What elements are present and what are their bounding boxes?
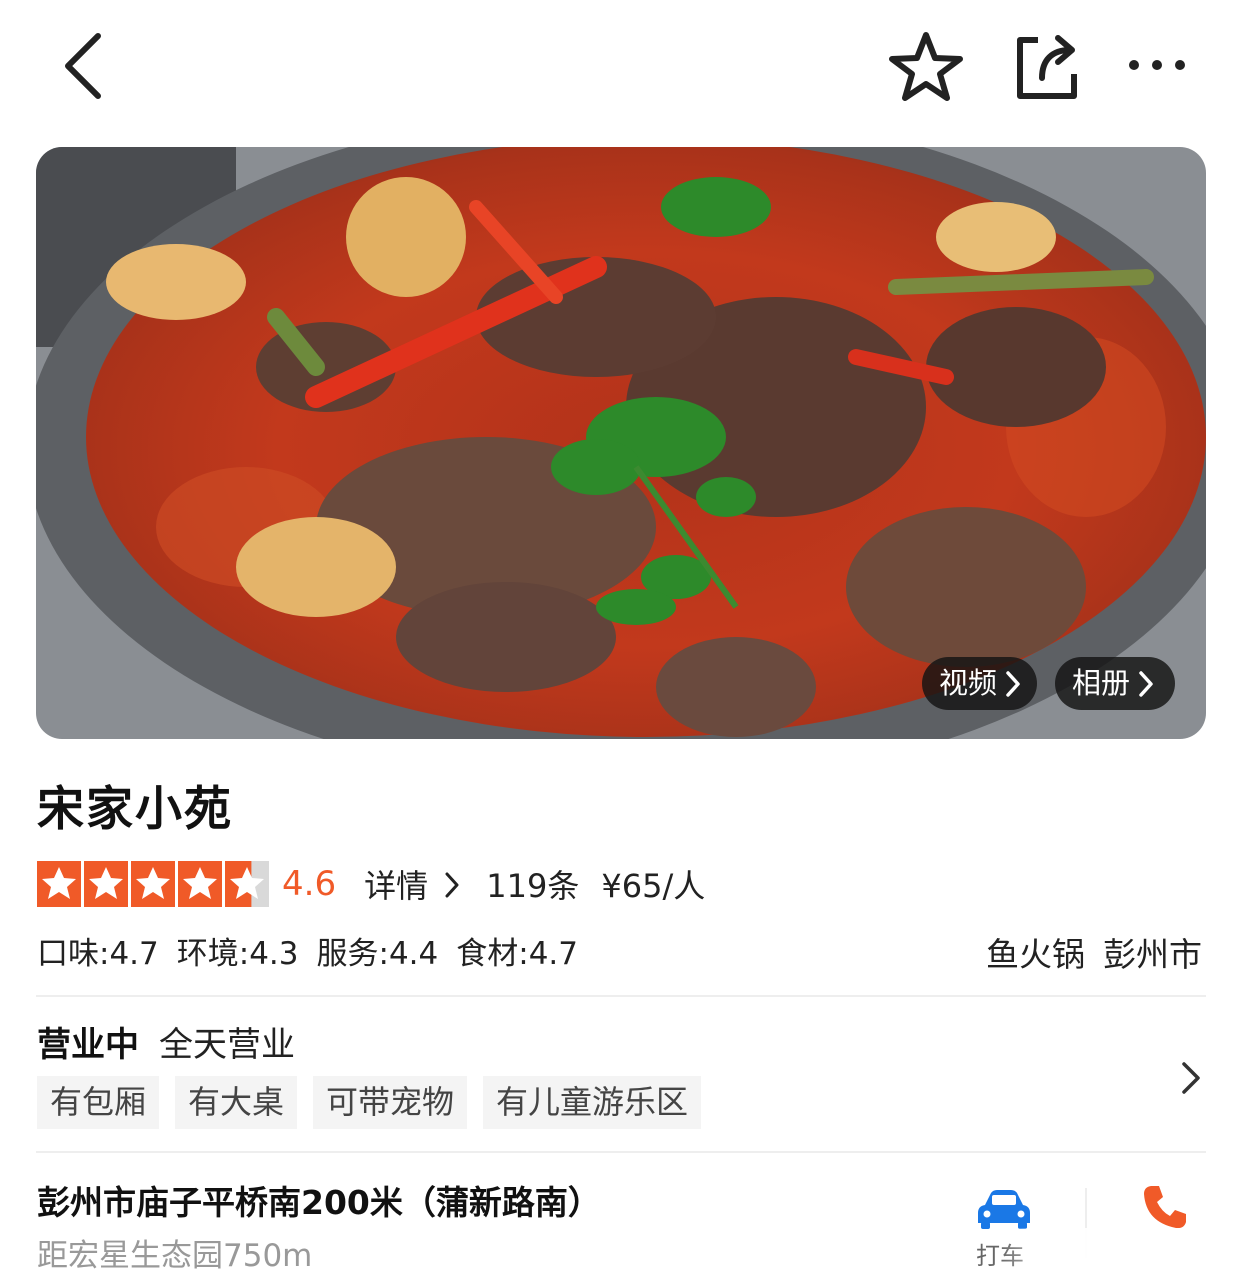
album-label: 相册	[1072, 666, 1131, 700]
more-dots-icon	[1129, 60, 1185, 70]
video-label: 视频	[939, 666, 998, 700]
star-1-icon	[37, 861, 81, 907]
price-per-person: ¥65/人	[601, 867, 706, 905]
distance: 距宏星生态园750m	[37, 1238, 313, 1274]
phone-icon[interactable]	[1140, 1182, 1190, 1232]
star-4-icon	[178, 861, 222, 907]
taxi-icon[interactable]	[975, 1187, 1033, 1231]
rating-score: 4.6	[282, 864, 337, 904]
subscores: 口味:4.7 环境:4.3 服务:4.4 食材:4.7	[37, 928, 596, 973]
facility-tags: 有包厢 有大桌 可带宠物 有儿童游乐区	[37, 1076, 717, 1129]
bottom-fade	[1000, 1228, 1242, 1281]
video-button[interactable]: 视频	[922, 657, 1037, 710]
details-label: 详情	[364, 867, 429, 905]
tag-kids-playground: 有儿童游乐区	[483, 1076, 702, 1129]
shop-photo[interactable]: 视频 相册	[36, 147, 1206, 739]
address[interactable]: 彭州市庙子平桥南200米（蒲新路南）	[37, 1176, 601, 1224]
business-info-chevron-icon[interactable]	[1178, 1060, 1204, 1096]
food-photo-image	[36, 147, 1206, 739]
back-button[interactable]	[58, 30, 108, 102]
shop-name: 宋家小苑	[37, 782, 233, 837]
top-navigation-bar	[0, 0, 1242, 130]
divider	[36, 1151, 1206, 1153]
area[interactable]: 彭州市	[1103, 935, 1202, 974]
tag-large-table: 有大桌	[175, 1076, 298, 1129]
chevron-right-icon	[445, 872, 459, 898]
more-button[interactable]	[1126, 52, 1188, 78]
star-3-icon	[131, 861, 175, 907]
subscore-environment: 环境:4.3	[176, 936, 299, 972]
divider	[36, 995, 1206, 997]
chevron-right-icon	[1006, 670, 1020, 697]
tag-pet-friendly: 可带宠物	[313, 1076, 468, 1129]
review-count[interactable]: 119条	[486, 861, 579, 907]
star-rating	[37, 861, 272, 907]
favorite-button[interactable]	[888, 30, 964, 102]
album-button[interactable]: 相册	[1055, 657, 1175, 710]
details-link[interactable]: 详情	[364, 861, 462, 907]
star-outline-icon	[889, 32, 963, 101]
category[interactable]: 鱼火锅	[986, 935, 1085, 974]
business-hours[interactable]: 营业中 全天营业	[37, 1017, 295, 1066]
business-status: 营业中	[37, 1025, 139, 1065]
tag-private-room: 有包厢	[37, 1076, 160, 1129]
star-2-icon	[84, 861, 128, 907]
category-area: 鱼火锅 彭州市	[968, 928, 1202, 976]
subscore-taste: 口味:4.7	[37, 936, 159, 972]
business-hours-text: 全天营业	[159, 1025, 295, 1065]
subscore-ingredients: 食材:4.7	[456, 936, 578, 972]
subscore-service: 服务:4.4	[316, 936, 439, 972]
star-5-icon	[225, 861, 269, 907]
share-button[interactable]	[1012, 32, 1082, 102]
chevron-right-icon	[1139, 670, 1153, 697]
share-icon	[1017, 35, 1077, 99]
chevron-left-icon	[65, 33, 101, 99]
rating-row: 4.6 详情 119条 ¥65/人	[37, 860, 705, 908]
